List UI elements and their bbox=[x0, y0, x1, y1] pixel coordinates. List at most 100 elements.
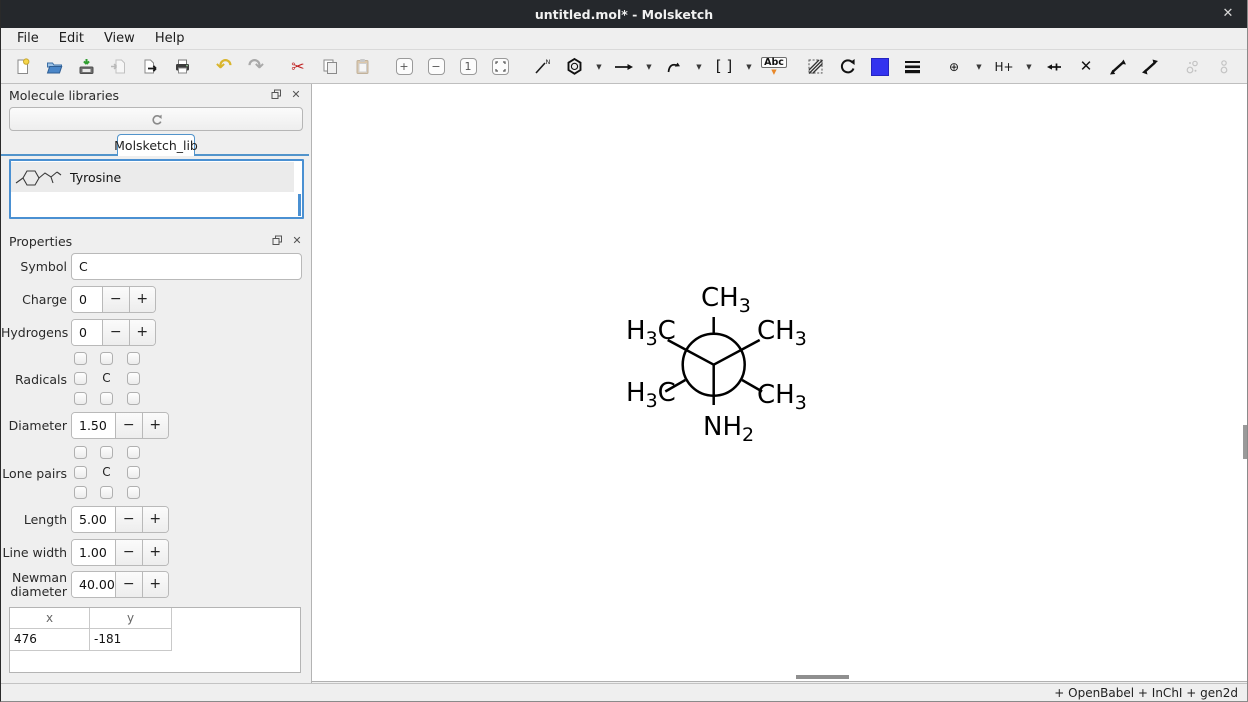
new-document-button[interactable] bbox=[9, 54, 35, 80]
lone-pair-tool-1[interactable] bbox=[1179, 54, 1205, 80]
flip-molecule-tool[interactable] bbox=[1137, 54, 1163, 80]
draw-bond-tool[interactable]: N bbox=[529, 54, 555, 80]
flip-bond-tool[interactable] bbox=[1105, 54, 1131, 80]
canvas-vertical-scrollbar[interactable] bbox=[1243, 425, 1247, 459]
tab-molsketch-lib[interactable]: Molsketch_lib bbox=[117, 134, 195, 156]
line-width-decrement-button[interactable]: − bbox=[115, 540, 142, 565]
line-width-increment-button[interactable]: + bbox=[142, 540, 169, 565]
ring-tool[interactable] bbox=[561, 54, 587, 80]
bracket-tool[interactable]: [ ] bbox=[711, 54, 737, 80]
symbol-input[interactable] bbox=[71, 253, 302, 280]
library-list[interactable]: Tyrosine bbox=[9, 159, 304, 219]
list-item-tyrosine[interactable]: Tyrosine bbox=[11, 162, 294, 192]
coordinate-cell-y[interactable]: -181 bbox=[90, 629, 172, 651]
zoom-original-button[interactable]: 1 bbox=[455, 54, 481, 80]
hydrogen-tool[interactable]: H+ bbox=[991, 54, 1017, 80]
properties-close-button[interactable]: ✕ bbox=[290, 234, 304, 247]
reaction-arrow-tool[interactable] bbox=[611, 54, 637, 80]
print-button[interactable] bbox=[169, 54, 195, 80]
redo-button[interactable]: ↷ bbox=[243, 54, 269, 80]
drawing-canvas[interactable]: CH3 H3C CH3 H3C CH3 NH2 bbox=[312, 84, 1248, 682]
zoom-out-button[interactable]: − bbox=[423, 54, 449, 80]
rotate-tool[interactable] bbox=[835, 54, 861, 80]
color-picker-button[interactable] bbox=[867, 54, 893, 80]
open-button[interactable] bbox=[41, 54, 67, 80]
line-width-button[interactable] bbox=[899, 54, 925, 80]
radical-checkbox-s[interactable] bbox=[100, 392, 113, 405]
mechanism-arrow-dropdown[interactable]: ▼ bbox=[693, 63, 705, 71]
selection-tool[interactable] bbox=[803, 54, 829, 80]
delete-tool[interactable]: ✕ bbox=[1073, 54, 1099, 80]
lone-pair-checkbox-n[interactable] bbox=[100, 446, 113, 459]
charge-tool-dropdown[interactable]: ▼ bbox=[973, 63, 985, 71]
reaction-arrow-dropdown[interactable]: ▼ bbox=[643, 63, 655, 71]
zoom-in-button[interactable]: + bbox=[391, 54, 417, 80]
charge-increment-button[interactable]: + bbox=[129, 287, 156, 312]
lone-pair-checkbox-ne[interactable] bbox=[127, 446, 140, 459]
newman-diameter-increment-button[interactable]: + bbox=[142, 572, 169, 597]
library-close-button[interactable]: ✕ bbox=[289, 88, 303, 101]
library-list-scrollbar[interactable] bbox=[298, 194, 301, 216]
zoom-fit-button[interactable] bbox=[487, 54, 513, 80]
hydrogens-increment-button[interactable]: + bbox=[129, 320, 156, 345]
length-increment-button[interactable]: + bbox=[142, 507, 169, 532]
menu-edit[interactable]: Edit bbox=[49, 28, 94, 49]
radical-checkbox-e[interactable] bbox=[127, 372, 140, 385]
menu-view[interactable]: View bbox=[94, 28, 145, 49]
text-tool[interactable]: Abc ▼ bbox=[761, 54, 787, 80]
charge-decrement-button[interactable]: − bbox=[102, 287, 129, 312]
canvas-horizontal-scrollbar[interactable] bbox=[796, 675, 849, 679]
window-close-icon[interactable]: ✕ bbox=[1219, 6, 1237, 22]
radical-checkbox-nw[interactable] bbox=[74, 352, 87, 365]
undo-button[interactable]: ↶ bbox=[211, 54, 237, 80]
radical-checkbox-se[interactable] bbox=[127, 392, 140, 405]
atom-label-ch3-upper-right[interactable]: CH3 bbox=[757, 318, 807, 349]
lone-pair-checkbox-s[interactable] bbox=[100, 486, 113, 499]
length-decrement-button[interactable]: − bbox=[115, 507, 142, 532]
lone-pair-checkbox-nw[interactable] bbox=[74, 446, 87, 459]
radical-checkbox-w[interactable] bbox=[74, 372, 87, 385]
lone-pair-checkbox-sw[interactable] bbox=[74, 486, 87, 499]
atom-label-ch3-top[interactable]: CH3 bbox=[701, 285, 751, 316]
paste-button[interactable] bbox=[349, 54, 375, 80]
hydrogens-decrement-button[interactable]: − bbox=[102, 320, 129, 345]
export-button[interactable] bbox=[137, 54, 163, 80]
diameter-value[interactable] bbox=[72, 413, 115, 438]
hydrogens-value[interactable] bbox=[72, 320, 102, 345]
ring-tool-dropdown[interactable]: ▼ bbox=[593, 63, 605, 71]
newman-diameter-decrement-button[interactable]: − bbox=[115, 572, 142, 597]
library-refresh-button[interactable] bbox=[9, 107, 303, 131]
lone-pair-tool-2[interactable] bbox=[1211, 54, 1237, 80]
charge-tool[interactable]: ⊕ bbox=[941, 54, 967, 80]
diameter-decrement-button[interactable]: − bbox=[115, 413, 142, 438]
properties-float-button[interactable] bbox=[270, 234, 284, 247]
save-button[interactable] bbox=[73, 54, 99, 80]
lone-pair-checkbox-w[interactable] bbox=[74, 466, 87, 479]
radical-checkbox-ne[interactable] bbox=[127, 352, 140, 365]
mechanism-arrow-tool[interactable] bbox=[661, 54, 687, 80]
diameter-increment-button[interactable]: + bbox=[142, 413, 169, 438]
radical-checkbox-n[interactable] bbox=[100, 352, 113, 365]
newman-diameter-value[interactable] bbox=[72, 572, 115, 597]
cut-button[interactable]: ✂ bbox=[285, 54, 311, 80]
lone-pair-checkbox-se[interactable] bbox=[127, 486, 140, 499]
atom-label-h3c-upper-left[interactable]: H3C bbox=[626, 318, 676, 349]
hydrogen-tool-dropdown[interactable]: ▼ bbox=[1023, 63, 1035, 71]
atom-label-ch3-lower-right[interactable]: CH3 bbox=[757, 382, 807, 413]
length-value[interactable] bbox=[72, 507, 115, 532]
lone-pair-checkbox-e[interactable] bbox=[127, 466, 140, 479]
coordinate-cell-x[interactable]: 476 bbox=[10, 629, 90, 651]
menu-file[interactable]: File bbox=[7, 28, 49, 49]
charge-value[interactable] bbox=[72, 287, 102, 312]
line-width-value[interactable] bbox=[72, 540, 115, 565]
copy-button[interactable] bbox=[317, 54, 343, 80]
import-button[interactable] bbox=[105, 54, 131, 80]
atom-label-nh2-bottom[interactable]: NH2 bbox=[703, 414, 754, 445]
lone-pair-tool-3[interactable] bbox=[1243, 54, 1248, 80]
library-float-button[interactable] bbox=[269, 88, 283, 101]
atom-label-h3c-lower-left[interactable]: H3C bbox=[626, 380, 676, 411]
remove-hydrogen-tool[interactable] bbox=[1041, 54, 1067, 80]
radical-checkbox-sw[interactable] bbox=[74, 392, 87, 405]
bracket-tool-dropdown[interactable]: ▼ bbox=[743, 63, 755, 71]
menu-help[interactable]: Help bbox=[145, 28, 195, 49]
